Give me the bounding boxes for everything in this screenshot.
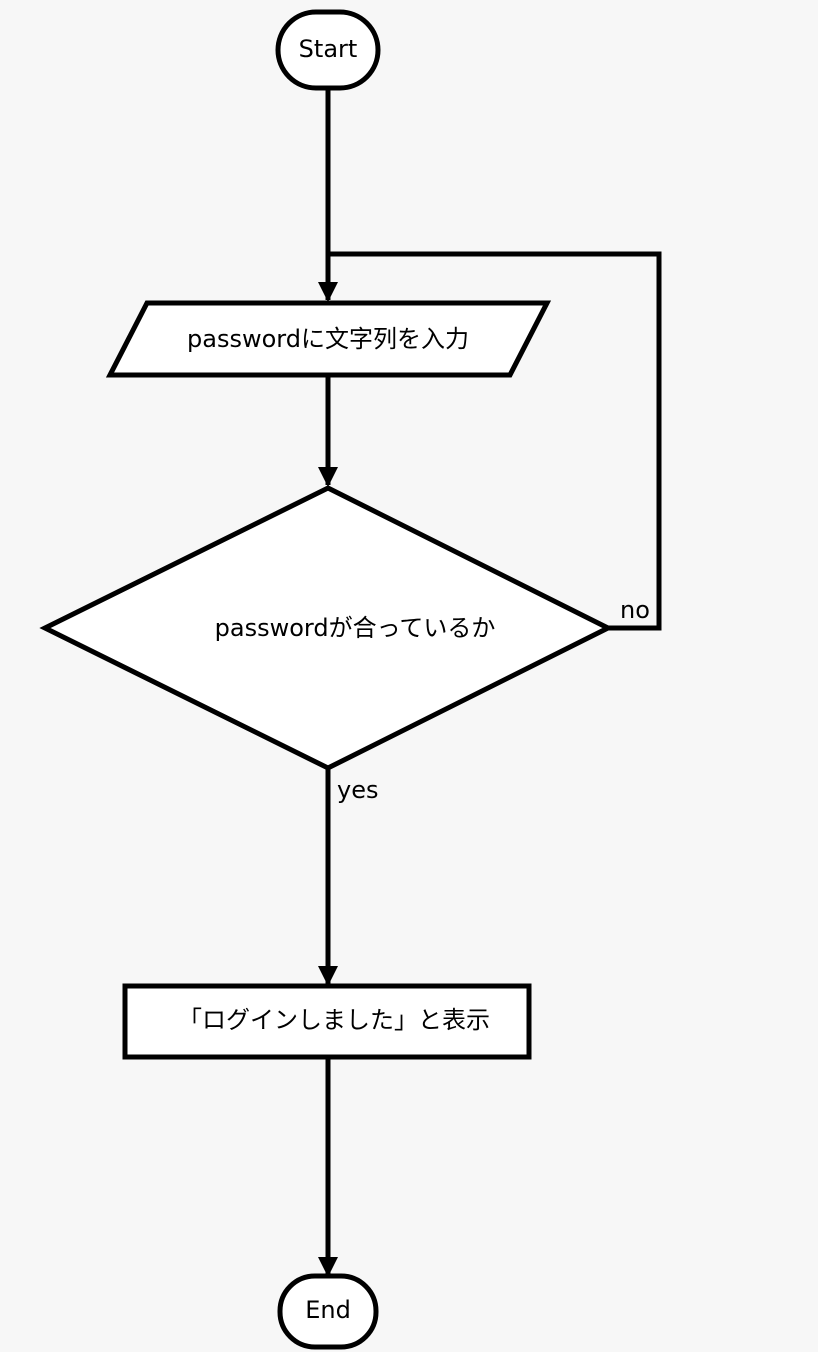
node-input: passwordに文字列を入力 (105, 300, 552, 378)
start-label: Start (299, 35, 358, 63)
display-label: 「ログインしました」と表示 (178, 1006, 490, 1034)
edge-label-no: no (620, 596, 650, 624)
edge-label-yes: yes (337, 776, 378, 804)
end-label: End (305, 1296, 351, 1324)
node-start: Start (275, 9, 381, 91)
flowchart-canvas: Start passwordに文字列を入力 passwordが合っているか 「ロ… (39, 9, 662, 1350)
node-decision: passwordが合っているか (39, 485, 614, 771)
node-end: End (277, 1273, 379, 1350)
node-display: 「ログインしました」と表示 (122, 983, 532, 1060)
input-label: passwordに文字列を入力 (187, 325, 469, 353)
decision-label: passwordが合っているか (215, 614, 496, 642)
